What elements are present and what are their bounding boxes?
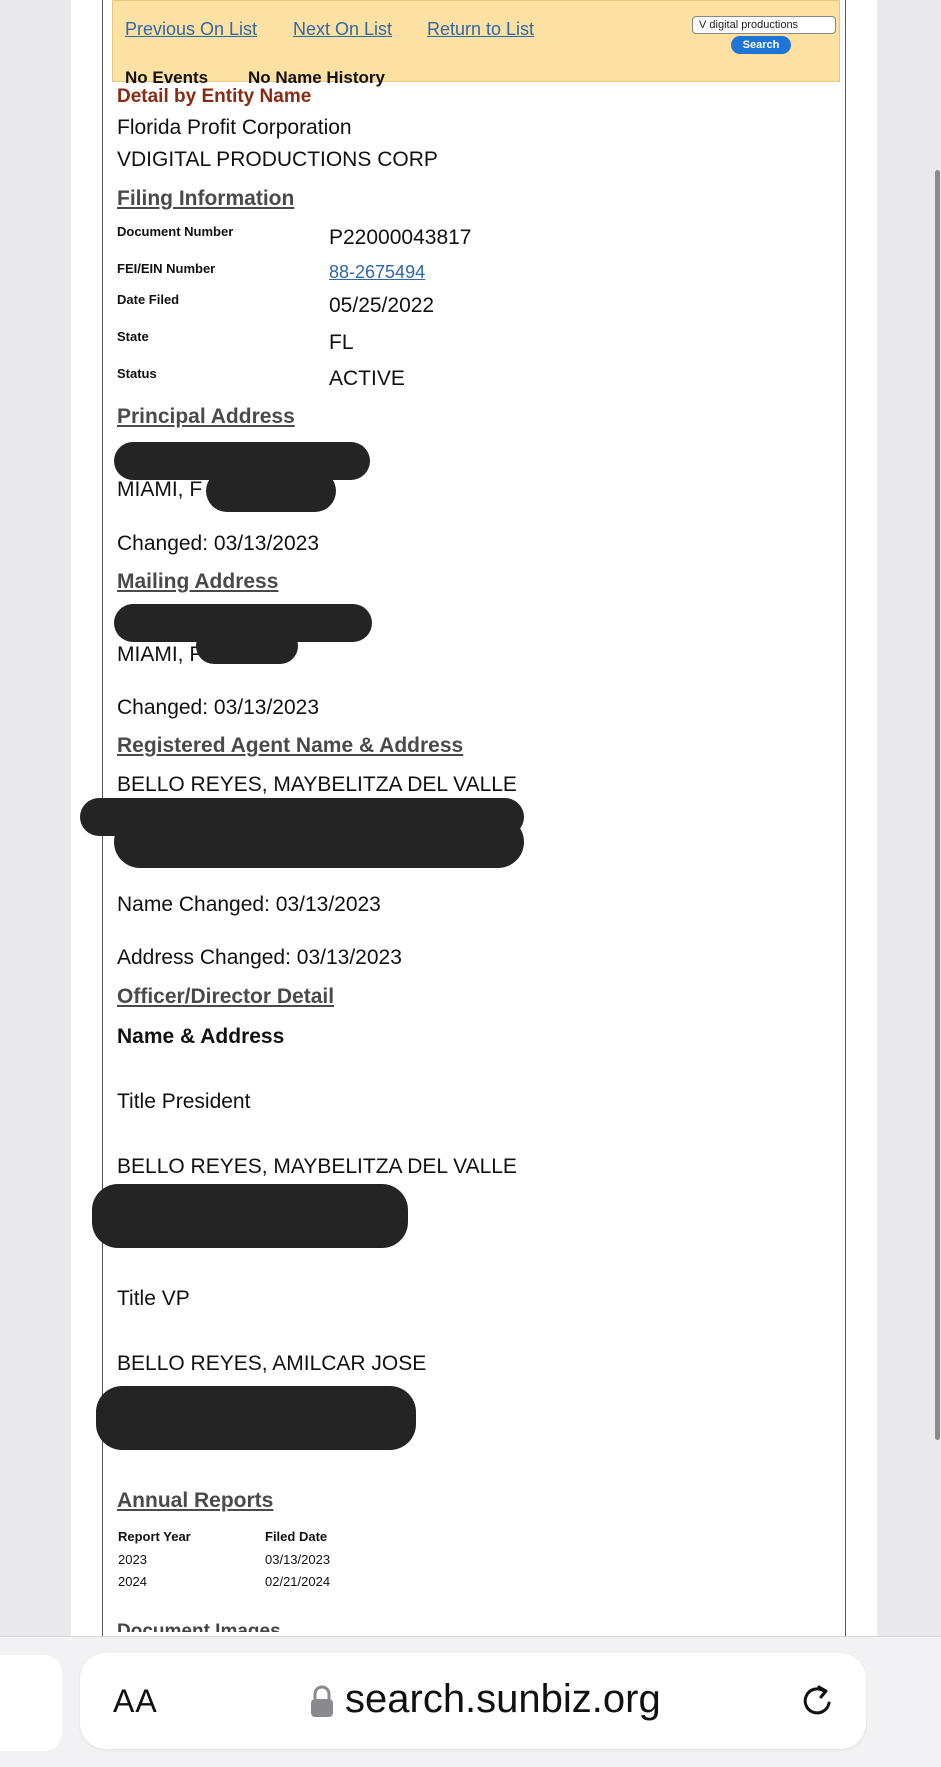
mailing-address-heading: Mailing Address (117, 570, 279, 593)
officer-director-heading: Officer/Director Detail (117, 985, 335, 1008)
principal-changed: Changed: 03/13/2023 (117, 532, 320, 555)
address-bar[interactable]: AA search.sunbiz.org (80, 1653, 866, 1749)
name-address-subheading: Name & Address (117, 1025, 285, 1048)
registered-agent-heading: Registered Agent Name & Address (117, 734, 464, 757)
officer-name: BELLO REYES, MAYBELITZA DEL VALLE (117, 1155, 517, 1178)
state-value: FL (329, 331, 354, 354)
fei-ein-link[interactable]: 88-2675494 (329, 262, 425, 283)
redaction-mark (196, 628, 298, 664)
officer-title: Title VP (117, 1287, 190, 1310)
document-number-value: P22000043817 (329, 226, 472, 249)
principal-address-heading: Principal Address (117, 405, 295, 428)
filed-date-cell: 02/21/2024 (265, 1574, 331, 1589)
redaction-mark (114, 816, 524, 868)
detail-heading: Detail by Entity Name (117, 86, 312, 107)
redaction-mark (92, 1184, 408, 1248)
filed-date-cell: 03/13/2023 (265, 1552, 331, 1567)
date-filed-label: Date Filed (117, 292, 180, 307)
url-text[interactable]: search.sunbiz.org (345, 1677, 661, 1722)
search-input[interactable]: V digital productions (692, 16, 836, 34)
lock-icon (311, 1685, 333, 1717)
status-label: Status (117, 366, 157, 381)
no-events-link[interactable]: No Events (125, 68, 208, 88)
document-images-heading: Document Images (117, 1621, 281, 1632)
agent-address-changed: Address Changed: 03/13/2023 (117, 946, 402, 969)
mailing-changed: Changed: 03/13/2023 (117, 696, 320, 719)
search-button[interactable]: Search (731, 36, 791, 54)
return-to-list-link[interactable]: Return to List (427, 19, 534, 40)
redaction-mark (206, 470, 336, 512)
previous-on-list-link[interactable]: Previous On List (125, 19, 257, 40)
officer-name: BELLO REYES, AMILCAR JOSE (117, 1352, 427, 1375)
registered-agent-name: BELLO REYES, MAYBELITZA DEL VALLE (117, 773, 517, 796)
no-name-history-link[interactable]: No Name History (248, 68, 385, 88)
next-on-list-link[interactable]: Next On List (293, 19, 392, 40)
officer-title: Title President (117, 1090, 251, 1113)
filed-date-header: Filed Date (265, 1529, 328, 1544)
page-settings-button[interactable]: AA (113, 1683, 158, 1720)
entity-name: VDIGITAL PRODUCTIONS CORP (117, 148, 438, 171)
principal-city: MIAMI, F (117, 478, 203, 501)
vertical-scrollbar[interactable] (935, 170, 940, 1440)
status-value: ACTIVE (329, 367, 405, 390)
annual-reports-heading: Annual Reports (117, 1489, 274, 1512)
document-number-label: Document Number (117, 224, 234, 239)
fei-ein-label: FEI/EIN Number (117, 261, 216, 276)
state-label: State (117, 329, 149, 344)
filing-information-heading: Filing Information (117, 187, 295, 210)
report-year-cell: 2023 (118, 1552, 147, 1567)
report-year-header: Report Year (118, 1529, 191, 1544)
redaction-mark (96, 1386, 416, 1450)
mailing-city: MIAMI, F (117, 643, 203, 666)
entity-type: Florida Profit Corporation (117, 116, 352, 139)
date-filed-value: 05/25/2022 (329, 294, 435, 317)
reload-icon[interactable] (798, 1681, 838, 1721)
report-year-cell: 2024 (118, 1574, 147, 1589)
agent-name-changed: Name Changed: 03/13/2023 (117, 893, 381, 916)
tab-preview-card[interactable] (0, 1655, 62, 1751)
browser-toolbar: AA search.sunbiz.org (0, 1636, 941, 1767)
